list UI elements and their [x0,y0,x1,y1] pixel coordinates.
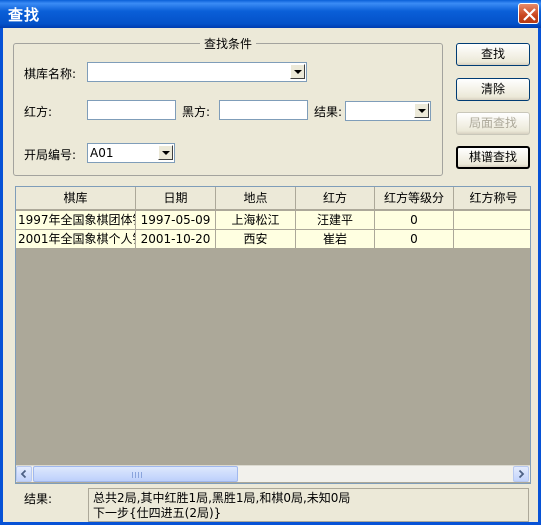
scrollbar-thumb[interactable] [33,466,238,482]
record-search-button[interactable]: 棋谱查找 [456,146,530,169]
result-select[interactable] [345,101,431,121]
cell-place: 西安 [216,230,296,249]
cell-red-rating: 0 [375,230,454,249]
column-header[interactable]: 日期 [136,187,216,210]
opening-select[interactable]: A01 [87,143,175,163]
result-filter-label: 结果: [314,105,343,119]
cell-red: 崔岩 [296,230,375,249]
cell-red-rating: 0 [375,211,454,230]
column-header[interactable]: 红方 [296,187,375,210]
table-row[interactable]: 1997年全国象棋团体锦标赛 1997-05-09 上海松江 汪建平 0 [16,211,530,230]
chevron-down-icon[interactable] [414,103,429,118]
table-row[interactable]: 2001年全国象棋个人锦标赛 2001-10-20 西安 崔岩 0 [16,230,530,249]
clear-button[interactable]: 清除 [456,78,530,101]
results-grid[interactable]: 棋库 日期 地点 红方 红方等级分 红方称号 1997年全国象棋团体锦标赛 19… [15,186,531,484]
position-search-button[interactable]: 局面查找 [456,112,530,135]
column-header[interactable]: 棋库 [16,187,136,210]
grid-header: 棋库 日期 地点 红方 红方等级分 红方称号 [16,187,530,210]
column-header[interactable]: 地点 [216,187,296,210]
horizontal-scrollbar[interactable] [16,465,530,482]
red-input[interactable] [87,100,176,120]
column-header[interactable]: 红方等级分 [375,187,454,210]
red-label: 红方: [24,105,53,119]
cell-date: 1997-05-09 [136,211,216,230]
cell-red-title [454,230,530,249]
chevron-down-icon[interactable] [290,64,305,79]
chevron-down-icon[interactable] [158,145,173,160]
summary-label: 结果: [24,492,53,506]
db-name-select[interactable] [87,62,307,82]
opening-label: 开局编号: [24,148,77,162]
summary-box: 总共2局,其中红胜1局,黑胜1局,和棋0局,未知0局 下一步{仕四进五(2局)} [88,488,529,522]
criteria-group-title: 查找条件 [200,35,257,52]
cell-red-title [454,211,530,230]
search-button[interactable]: 查找 [456,43,530,66]
title-bar [0,0,541,28]
cell-date: 2001-10-20 [136,230,216,249]
db-name-label: 棋库名称: [24,67,77,81]
black-label: 黑方: [182,105,211,119]
arrow-left-icon[interactable] [16,466,32,482]
opening-value: A01 [90,146,114,160]
close-button[interactable] [518,3,539,24]
cell-db: 1997年全国象棋团体锦标赛 [16,211,136,230]
cell-db: 2001年全国象棋个人锦标赛 [16,230,136,249]
close-icon [523,8,536,21]
cell-place: 上海松江 [216,211,296,230]
black-input[interactable] [219,100,308,120]
window-title: 查找 [8,6,41,24]
summary-line-2: 下一步{仕四进五(2局)} [93,506,222,520]
summary-line-1: 总共2局,其中红胜1局,黑胜1局,和棋0局,未知0局 [93,491,351,505]
cell-red: 汪建平 [296,211,375,230]
arrow-right-icon[interactable] [513,466,529,482]
column-header[interactable]: 红方称号 [454,187,530,210]
